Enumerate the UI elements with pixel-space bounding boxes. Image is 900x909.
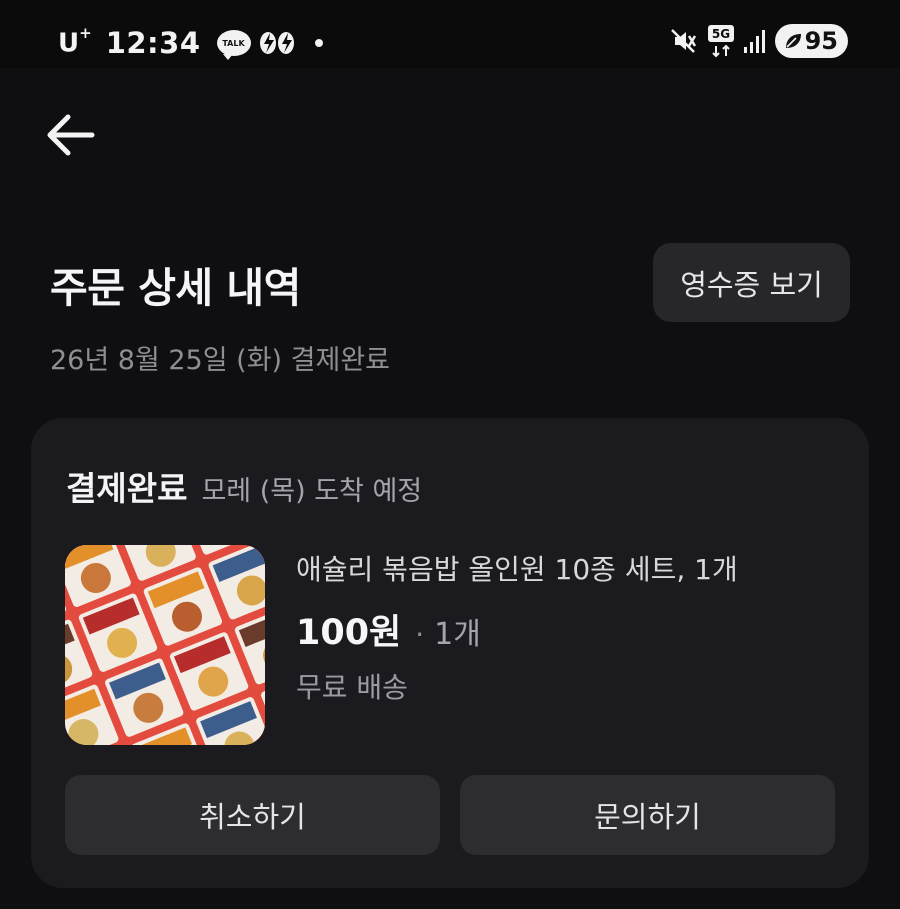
cancel-order-button[interactable]: 취소하기	[65, 775, 440, 855]
talk-icon: TALK	[216, 30, 251, 60]
page-title: 주문 상세 내역	[50, 264, 301, 312]
shipping-info: 무료 배송	[296, 671, 408, 704]
status-bar: U+ 12:34 TALK 5G 95	[0, 0, 900, 68]
order-date: 26년 8월 25일 (화) 결제완료	[50, 345, 391, 376]
order-status: 결제완료	[66, 469, 188, 508]
order-status-row: 결제완료 모레 (목) 도착 예정	[66, 462, 422, 510]
battery-level: 95	[804, 27, 838, 55]
product-name[interactable]: 애슐리 볶음밥 올인원 10종 세트, 1개	[296, 548, 738, 588]
status-bar-right: 5G 95	[669, 24, 848, 58]
network-label: 5G	[711, 27, 729, 41]
product-image	[65, 545, 265, 745]
leaf-icon	[785, 34, 801, 48]
product-quantity: 1개	[434, 617, 481, 652]
back-arrow-icon[interactable]	[42, 108, 100, 162]
status-bar-left: U+ 12:34 TALK	[58, 23, 323, 60]
bolt-icon	[259, 32, 294, 54]
view-receipt-button[interactable]: 영수증 보기	[653, 243, 850, 322]
delivery-estimate: 모레 (목) 도착 예정	[201, 476, 423, 507]
5g-icon: 5G	[707, 25, 734, 58]
signal-icon	[743, 30, 765, 53]
product-thumbnail[interactable]	[65, 545, 265, 745]
order-card: 결제완료 모레 (목) 도착 예정 애슐리 볶음밥 올인원 10종 세트, 1개…	[31, 418, 869, 888]
notification-dot-icon	[314, 39, 323, 47]
clock: 12:34	[105, 26, 201, 60]
carrier-label: U+	[58, 23, 92, 59]
price-row: 100원 · 1개	[296, 604, 481, 655]
battery-icon: 95	[774, 24, 848, 58]
mute-icon	[670, 29, 696, 53]
inquiry-button[interactable]: 문의하기	[460, 775, 835, 855]
separator-dot: ·	[415, 618, 425, 651]
product-price: 100원	[296, 613, 402, 653]
